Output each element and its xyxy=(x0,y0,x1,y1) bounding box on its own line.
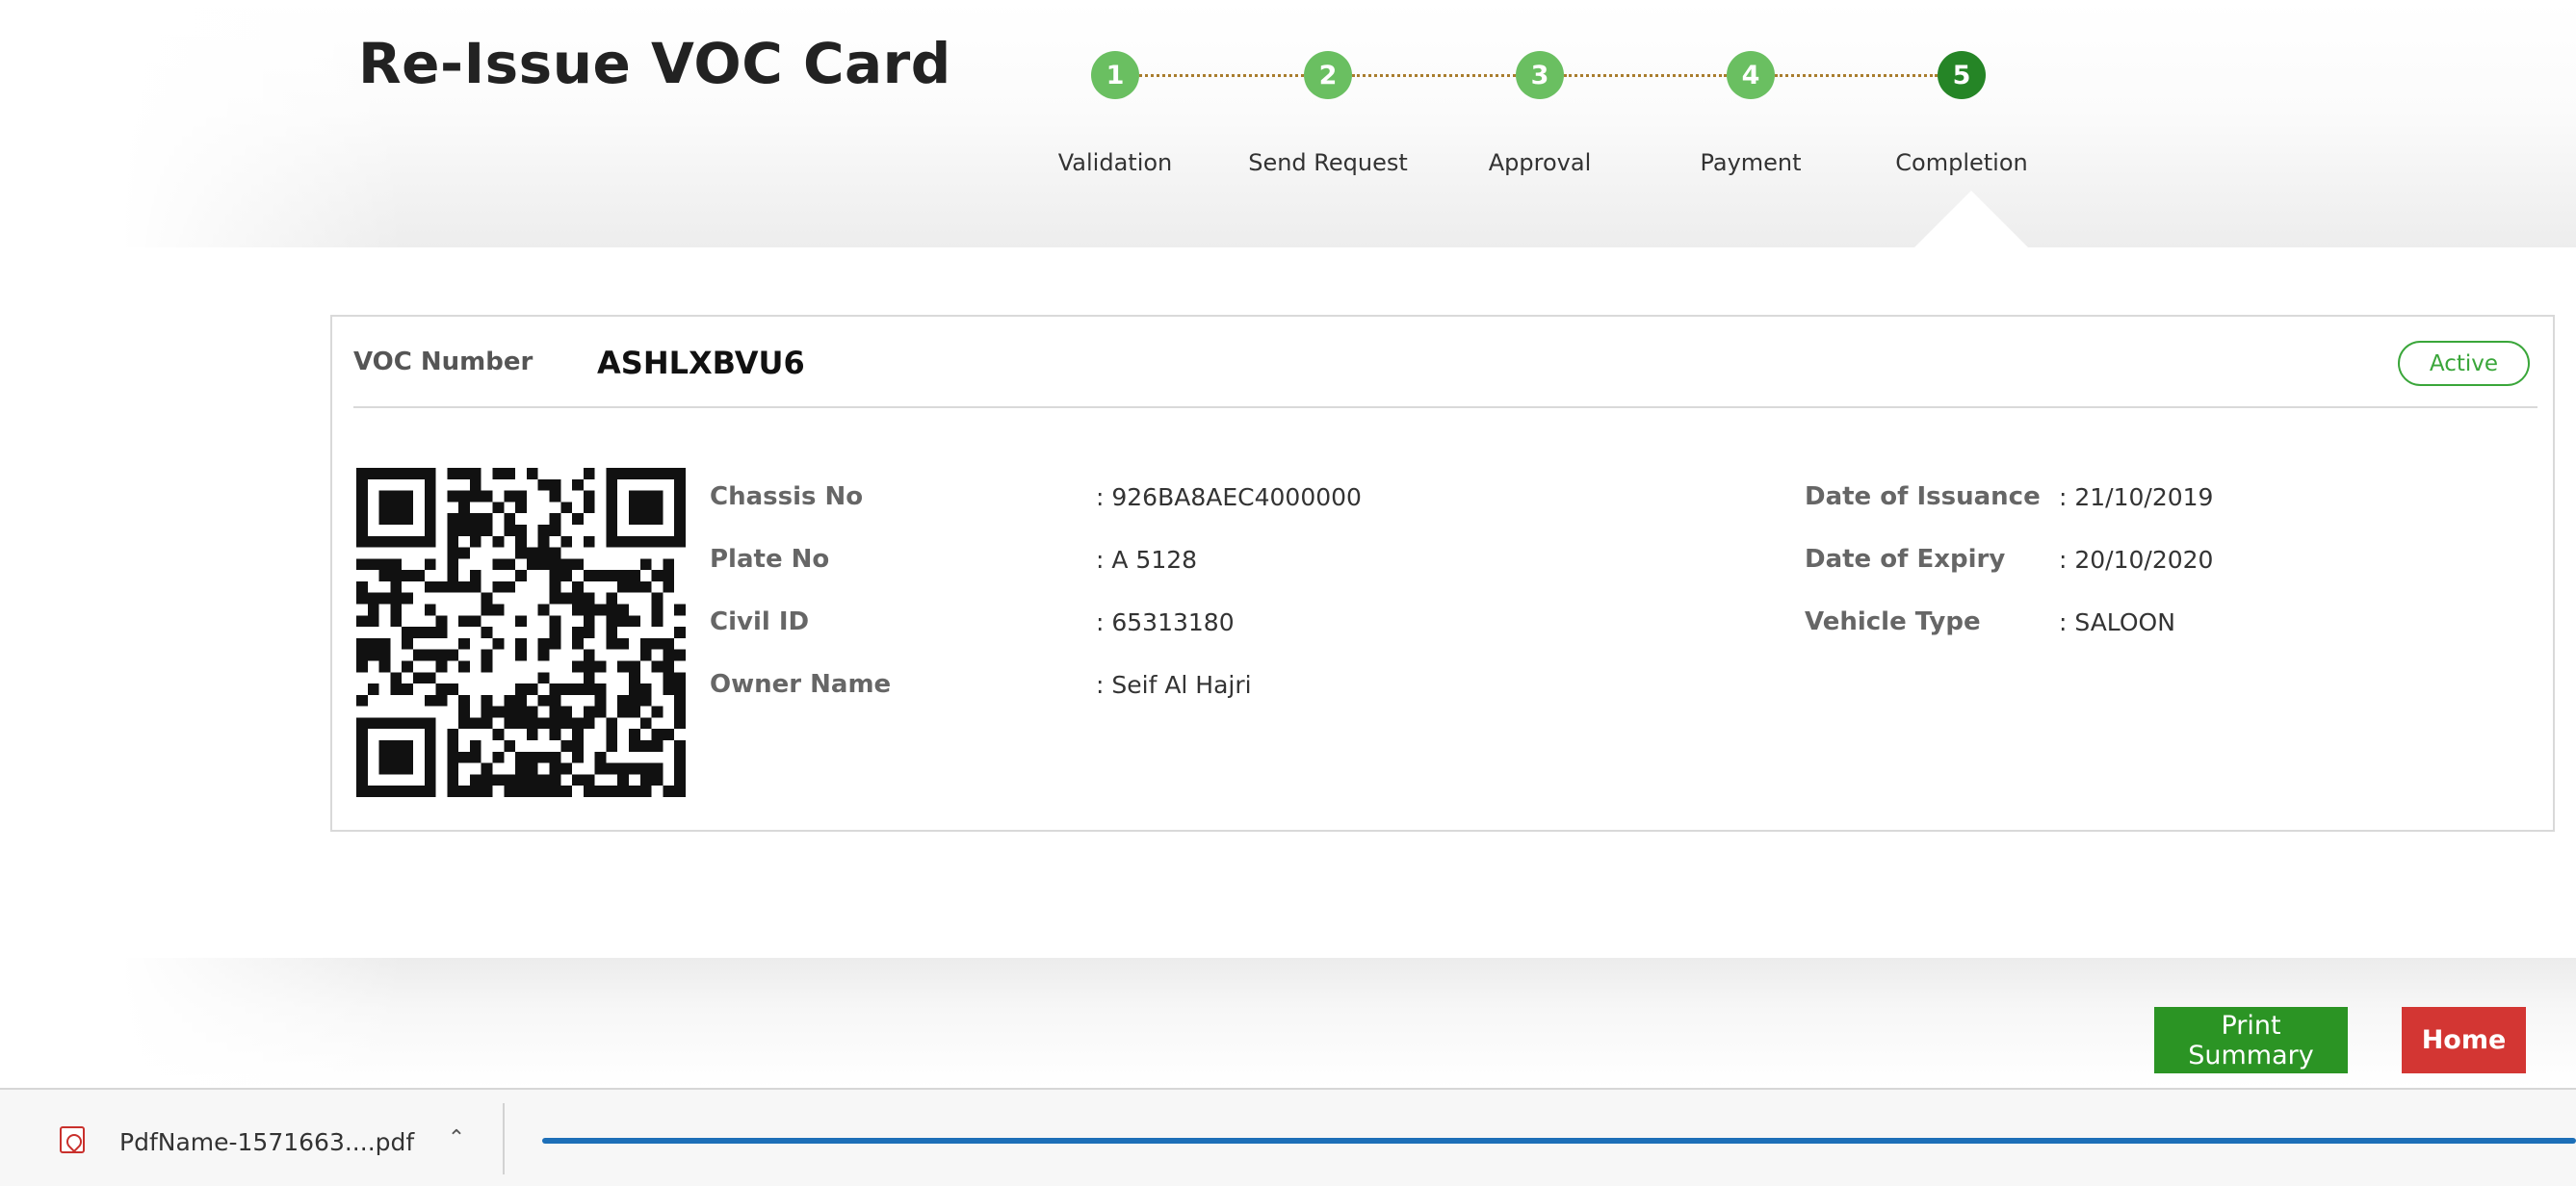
date-of-expiry-value: : 20/10/2020 xyxy=(2059,546,2214,574)
download-bar: PdfName-1571663....pdf ⌃ xyxy=(0,1088,2576,1186)
step-1-label: Validation xyxy=(1057,149,1173,176)
home-button[interactable]: Home xyxy=(2402,1007,2526,1073)
download-filename[interactable]: PdfName-1571663....pdf xyxy=(119,1128,414,1156)
step-connector xyxy=(1775,74,1938,77)
step-2-label: Send Request xyxy=(1248,149,1408,176)
plate-no-value: : A 5128 xyxy=(1096,546,1198,574)
owner-name-label: Owner Name xyxy=(710,670,892,699)
card-divider xyxy=(353,406,2537,408)
civil-id-value: : 65313180 xyxy=(1096,608,1235,636)
voc-number-value: ASHLXBVU6 xyxy=(597,345,805,381)
download-progress xyxy=(542,1138,2576,1144)
step-5-circle: 5 xyxy=(1938,51,1986,99)
step-4-circle: 4 xyxy=(1727,51,1775,99)
plate-no-label: Plate No xyxy=(710,545,830,574)
step-4-label: Payment xyxy=(1700,149,1802,176)
status-badge: Active xyxy=(2398,341,2530,386)
download-progress-fill xyxy=(542,1138,2576,1144)
active-step-pointer xyxy=(1914,191,2028,247)
step-connector xyxy=(1564,74,1727,77)
step-connector xyxy=(1352,74,1516,77)
vehicle-type-label: Vehicle Type xyxy=(1805,607,1981,636)
step-2-circle: 2 xyxy=(1304,51,1352,99)
print-summary-button[interactable]: Print Summary xyxy=(2154,1007,2348,1073)
step-3-label: Approval xyxy=(1488,149,1592,176)
card-header: VOC Number ASHLXBVU6 Active xyxy=(332,317,2553,408)
download-separator xyxy=(503,1103,505,1174)
chassis-no-value: : 926BA8AEC4000000 xyxy=(1096,483,1362,511)
voc-card: VOC Number ASHLXBVU6 Active Chassis No :… xyxy=(330,315,2555,832)
date-of-issuance-value: : 21/10/2019 xyxy=(2059,483,2214,511)
step-5-label: Completion xyxy=(1895,149,2028,176)
pdf-icon[interactable] xyxy=(60,1126,85,1153)
owner-name-value: : Seif Al Hajri xyxy=(1096,671,1252,699)
page-title: Re-Issue VOC Card xyxy=(358,31,951,96)
qr-code-icon xyxy=(356,468,686,797)
step-1-circle: 1 xyxy=(1091,51,1139,99)
step-3-circle: 3 xyxy=(1516,51,1564,99)
date-of-expiry-label: Date of Expiry xyxy=(1805,545,2006,574)
chevron-up-icon[interactable]: ⌃ xyxy=(443,1124,470,1151)
vehicle-type-value: : SALOON xyxy=(2059,608,2175,636)
civil-id-label: Civil ID xyxy=(710,607,810,636)
voc-number-label: VOC Number xyxy=(353,348,533,376)
date-of-issuance-label: Date of Issuance xyxy=(1805,482,2041,511)
step-connector xyxy=(1139,74,1304,77)
chassis-no-label: Chassis No xyxy=(710,482,864,511)
